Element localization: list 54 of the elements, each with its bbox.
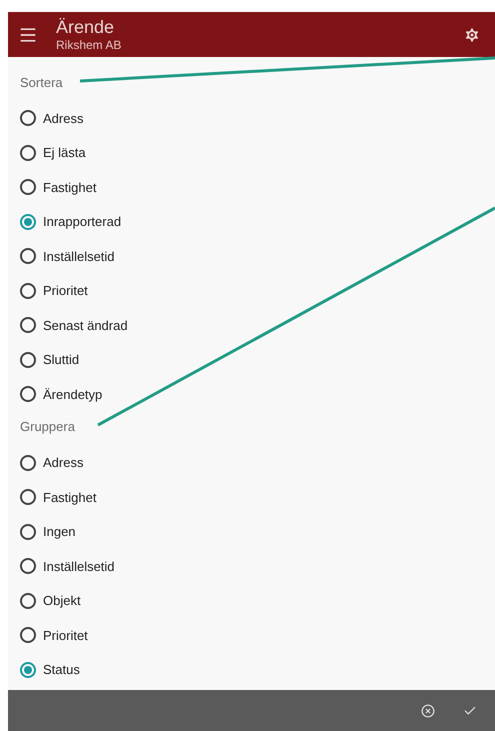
radio-button[interactable] [20,592,36,609]
radio-button[interactable] [20,386,36,402]
radio-button[interactable] [20,317,36,334]
option-label: Inställelsetid [43,248,115,266]
option-label: Objekt [43,592,81,610]
radio-button[interactable] [20,282,36,299]
radio-option[interactable]: Prioritet [8,274,495,308]
radio-option[interactable]: Status [8,652,495,687]
option-label: Prioritet [43,626,88,644]
radio-option[interactable]: Fastighet [8,170,495,204]
radio-option[interactable]: Sluttid [8,342,495,377]
radio-button[interactable] [20,454,36,471]
radio-option[interactable]: Inställelsetid [8,239,495,274]
option-label: Fastighet [43,178,96,197]
option-label: Fastighet [43,488,96,507]
radio-button[interactable] [20,110,36,126]
radio-option[interactable]: Ej lästa [8,136,495,170]
radio-button[interactable] [20,627,36,644]
option-label: Ärendetyp [43,386,102,404]
option-label: Senast ändrad [43,316,128,334]
radio-option[interactable]: Ärendetyp [8,377,495,412]
option-label: Prioritet [43,282,88,300]
radio-option[interactable]: Inrapporterad [8,204,495,239]
app-title: Ärende [56,18,116,36]
option-label: Adress [43,110,84,128]
settings-icon[interactable] [463,26,481,44]
radio-option[interactable]: Prioritet [8,618,495,652]
option-label: Inrapporterad [43,213,122,231]
section-header: Gruppera [20,418,75,436]
radio-button[interactable] [20,558,36,574]
option-label: Ej lästa [43,144,86,162]
radio-option[interactable]: Adress [8,446,495,480]
app-subtitle: Rikshem AB [56,39,122,51]
radio-option[interactable]: Ingen [8,514,495,549]
radio-option[interactable]: Inställelsetid [8,549,495,584]
radio-button[interactable] [20,248,36,264]
radio-option[interactable]: Senast ändrad [8,308,495,342]
radio-button[interactable] [20,179,36,196]
radio-option[interactable]: Objekt [8,584,495,618]
radio-option[interactable]: Fastighet [8,480,495,514]
radio-button[interactable] [20,144,36,161]
option-label: Status [43,661,80,679]
section-header: Sortera [20,74,63,92]
cancel-icon[interactable] [421,704,435,718]
radio-button[interactable] [20,524,36,540]
radio-option[interactable]: Adress [8,101,495,136]
option-label: Ingen [43,523,76,541]
option-label: Adress [43,454,84,472]
radio-button[interactable] [20,662,36,678]
radio-button[interactable] [20,489,36,506]
radio-button[interactable] [20,352,36,368]
option-label: Inställelsetid [43,558,115,576]
radio-button[interactable] [20,214,36,230]
option-label: Sluttid [43,351,80,369]
